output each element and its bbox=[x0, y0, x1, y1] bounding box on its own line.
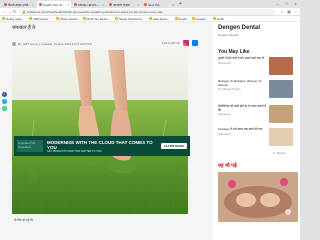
instagram-icon[interactable] bbox=[182, 40, 189, 46]
byline: By: HBT Group | Updated: 01-Dec-2023 10:… bbox=[12, 42, 92, 46]
extensions-icon[interactable]: ▦ bbox=[287, 9, 291, 14]
you-may-like-heading: You May Like bbox=[218, 49, 250, 55]
browser-tab-4[interactable]: नवभारत टाइम्स × bbox=[107, 1, 141, 8]
sidebar-subtitle: Dengen Dental bbox=[218, 33, 239, 37]
recommendation-item[interactable]: पुरुषों में होने वाले ये रोग समय रहते जा… bbox=[218, 56, 296, 75]
close-icon[interactable]: × bbox=[32, 3, 34, 7]
minimize-icon[interactable]: – bbox=[273, 0, 282, 8]
bookmark-icon bbox=[82, 17, 86, 20]
lock-icon: 🔒 bbox=[22, 9, 26, 14]
ad-subtext: GET PRODUCTS NOW THAT MATTER TO YOU bbox=[47, 149, 102, 153]
twitter-share-icon[interactable]: t bbox=[2, 99, 7, 104]
whatsapp-share-icon[interactable]: w bbox=[2, 106, 7, 111]
ad-headline: MODERNISE WITH THE CLOUD THAT COMES TO Y… bbox=[47, 139, 153, 150]
sidebar-title[interactable]: Dengen Dental bbox=[218, 25, 260, 31]
browser-tab-1[interactable]: दिल्ली क्राइम अपडेट्स × bbox=[2, 1, 36, 8]
close-window-icon[interactable]: × bbox=[291, 0, 300, 8]
bookmark-icon bbox=[2, 17, 5, 20]
bookmark-item[interactable]: Photo search bbox=[56, 17, 78, 21]
recommendation-thumbnail bbox=[269, 80, 293, 98]
star-icon[interactable]: ☆ bbox=[280, 9, 284, 14]
hero-image bbox=[12, 50, 188, 214]
bookmark-item[interactable]: Skype Password... bbox=[115, 17, 144, 21]
bookmark-icon bbox=[115, 17, 119, 20]
bookmark-item[interactable]: Java Nosa... bbox=[148, 17, 170, 21]
recommendation-title: Kettaren में लंबे समय तक खाने पीने का bbox=[218, 127, 263, 131]
page-title: चमत्कार हैं ये bbox=[12, 25, 36, 31]
recommendation-thumbnail bbox=[269, 105, 293, 123]
favicon-icon bbox=[109, 3, 112, 6]
favicon-icon bbox=[74, 3, 77, 6]
close-icon[interactable]: × bbox=[137, 3, 139, 7]
ad-cta-button[interactable]: LEARN MORE bbox=[160, 143, 187, 149]
facebook-share-icon[interactable]: f bbox=[2, 92, 7, 97]
bookmark-item[interactable]: Dusky gaze... bbox=[2, 17, 24, 21]
sidebar: Dengen Dental Dengen Dental You May Like… bbox=[213, 22, 300, 240]
follow-us: FOLLOW US bbox=[162, 40, 198, 46]
also-read-heading: यह भी पढ़ें bbox=[218, 163, 237, 169]
recommendation-thumbnail bbox=[269, 57, 293, 75]
reload-icon[interactable]: ↻ bbox=[12, 9, 17, 14]
recommendation-item[interactable]: Kettaren में लंबे समय तक खाने पीने का Sp… bbox=[218, 127, 296, 146]
browser-tab-3[interactable]: MBSE NEWS - Jiyyo Health...× bbox=[72, 1, 106, 8]
image-caption: दो फिट हो रहा पैर bbox=[14, 218, 34, 222]
browser-tab-2[interactable]: Health Tips: Benefits of Walking barefoo… bbox=[37, 1, 71, 8]
author-avatar bbox=[12, 42, 16, 46]
recommendation-title: पुरुषों में होने वाले ये रोग समय रहते जा… bbox=[218, 56, 265, 60]
facebook-icon[interactable] bbox=[191, 40, 198, 46]
spa-feet-image bbox=[218, 172, 298, 222]
close-icon[interactable]: × bbox=[172, 3, 174, 7]
recommendation-title: Refugee To Refugee, Woman To Woman bbox=[218, 79, 262, 87]
ad-message: MODERNISE WITH THE CLOUD THAT COMES TO Y… bbox=[47, 140, 161, 153]
recommendation-title: मैग्नीशियम की कमी होने के ये लक्षण बताते… bbox=[218, 104, 266, 112]
share-rail: f t w bbox=[2, 92, 7, 111]
barefoot-grass-image bbox=[12, 50, 188, 214]
bookmark-icon bbox=[174, 17, 178, 20]
bookmark-item[interactable]: Hindi Tex News... bbox=[82, 17, 110, 21]
bookmark-icon bbox=[148, 17, 152, 20]
bookmark-icon bbox=[212, 17, 216, 20]
bookmark-icon bbox=[56, 17, 60, 20]
web-page: चमत्कार हैं ये By: HBT Group | Updated: … bbox=[0, 22, 300, 240]
recommendation-thumbnail bbox=[269, 128, 293, 146]
taboola-attribution[interactable]: by Taboola bbox=[273, 152, 286, 155]
favicon-icon bbox=[144, 3, 147, 6]
bookmark-item[interactable]: NPR News ... bbox=[29, 17, 51, 21]
bookmark-icon bbox=[191, 17, 195, 20]
ad-logo: Unlimited 5G Unlocked bbox=[17, 140, 43, 152]
also-read-image[interactable] bbox=[218, 172, 298, 222]
window-controls: – □ × bbox=[273, 0, 300, 8]
bookmark-item[interactable]: Ecgoli bbox=[174, 17, 187, 21]
recommendation-item[interactable]: Refugee To Refugee, Woman To Woman The B… bbox=[218, 79, 296, 98]
recommendation-item[interactable]: मैग्नीशियम की कमी होने के ये लक्षण बताते… bbox=[218, 104, 296, 123]
close-icon[interactable]: × bbox=[102, 3, 104, 7]
url-input[interactable]: 🔒 indiatimes.com/hindi/health/health-tips… bbox=[20, 8, 276, 15]
bookmark-item[interactable]: Google... bbox=[191, 17, 208, 21]
favicon-icon bbox=[39, 3, 42, 6]
address-bar: ← → ↻ 🔒 indiatimes.com/hindi/health/healt… bbox=[0, 8, 300, 16]
close-icon[interactable]: × bbox=[67, 3, 69, 7]
maximize-icon[interactable]: □ bbox=[282, 0, 291, 8]
ad-banner[interactable]: Unlimited 5G Unlocked MODERNISE WITH THE… bbox=[14, 136, 190, 156]
menu-icon[interactable]: ⋮ bbox=[294, 9, 298, 14]
bookmark-icon bbox=[29, 17, 33, 20]
new-tab-button[interactable]: + bbox=[177, 1, 184, 8]
bookmark-item[interactable]: Hindi... bbox=[212, 17, 226, 21]
favicon-icon bbox=[4, 3, 7, 6]
tab-strip: दिल्ली क्राइम अपडेट्स × Health Tips: Bene… bbox=[0, 0, 300, 8]
browser-tab-5[interactable]: New Tab × bbox=[142, 1, 176, 8]
toolbar-actions: ☆ ▦ ⋮ bbox=[278, 9, 298, 14]
